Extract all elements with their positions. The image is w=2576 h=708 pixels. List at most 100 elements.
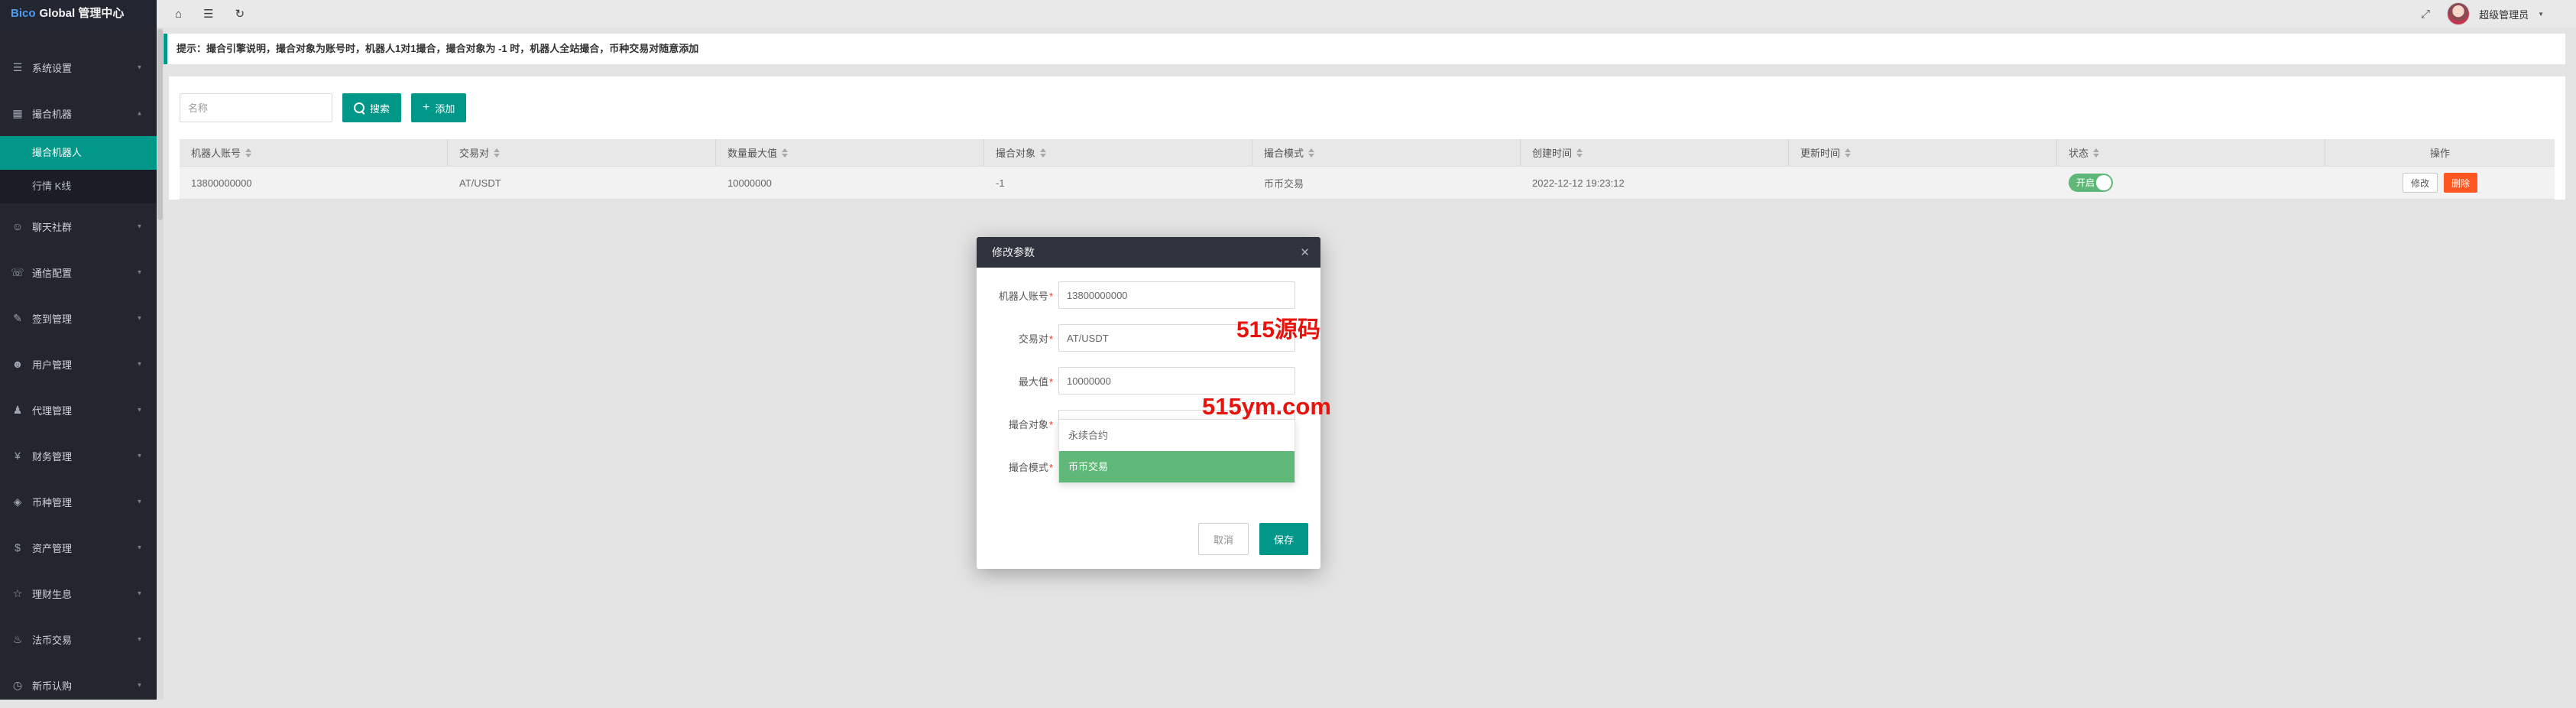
search-toolbar: 搜索 + 添加: [180, 93, 2555, 122]
clock-icon: ◷: [9, 679, 26, 692]
cell-actions: 修改 删除: [2325, 173, 2555, 193]
field-max-value: 最大值*: [992, 367, 1305, 395]
sort-icon[interactable]: [1845, 148, 1851, 158]
sidebar-item-chat-community[interactable]: ☺ 聊天社群 ▼: [0, 203, 157, 249]
sidebar-item-checkin-management[interactable]: ✎ 签到管理 ▼: [0, 295, 157, 341]
chevron-down-icon: ▼: [137, 453, 143, 460]
sidebar-item-agent-management[interactable]: ♟ 代理管理 ▼: [0, 387, 157, 433]
required-mark: *: [1049, 291, 1053, 302]
sidebar-item-system-settings[interactable]: ☰ 系统设置 ▼: [0, 44, 157, 90]
sidebar-item-coin-management[interactable]: ◈ 币种管理 ▼: [0, 479, 157, 525]
chevron-down-icon: ▼: [137, 544, 143, 551]
delete-button[interactable]: 删除: [2444, 173, 2477, 193]
chevron-down-icon: ▼: [137, 407, 143, 414]
search-button[interactable]: 搜索: [342, 93, 401, 122]
sidebar-item-new-coin-subscription[interactable]: ◷ 新币认购 ▼: [0, 662, 157, 708]
sidebar-scrollbar[interactable]: [157, 28, 164, 700]
topbar: ⌂ ☰ ↻ ⤢ 超级管理员 ▼: [157, 0, 2576, 28]
search-icon: [354, 102, 365, 113]
cancel-button[interactable]: 取消: [1198, 523, 1249, 555]
sort-icon[interactable]: [494, 148, 500, 158]
grid-icon: ▦: [9, 107, 26, 120]
cell-matching-target: -1: [984, 177, 1252, 189]
col-trading-pair: 交易对: [448, 139, 716, 166]
logo-brand: Bico: [11, 7, 36, 20]
col-robot-account: 机器人账号: [180, 139, 448, 166]
topbar-left: ⌂ ☰ ↻: [157, 8, 245, 20]
sidebar-item-user-management[interactable]: ☻ 用户管理 ▼: [0, 341, 157, 387]
sidebar-item-wealth-interest[interactable]: ☆ 理财生息 ▼: [0, 570, 157, 616]
col-matching-mode: 撮合模式: [1252, 139, 1521, 166]
sort-icon[interactable]: [1040, 148, 1046, 158]
sort-icon[interactable]: [1576, 148, 1583, 158]
yen-icon: ¥: [9, 450, 26, 462]
avatar[interactable]: [2447, 2, 2470, 25]
dropdown-option-perpetual[interactable]: 永续合约: [1059, 420, 1294, 451]
user-icon: ☻: [9, 358, 26, 370]
person-icon: ♟: [9, 404, 26, 417]
status-toggle[interactable]: 开启: [2069, 174, 2113, 192]
chevron-up-icon: ▲: [137, 110, 143, 117]
chevron-down-icon: ▼: [137, 590, 143, 597]
sidebar-item-fiat-trading[interactable]: ♨ 法币交易 ▼: [0, 616, 157, 662]
sidebar-item-matching-robot[interactable]: ▦ 撮合机器 ▲: [0, 90, 157, 136]
sidebar-subitem-matching-robot[interactable]: 撮合机器人: [0, 136, 157, 170]
modal-header: 修改参数 ✕: [977, 237, 1320, 268]
col-created-time: 创建时间: [1521, 139, 1789, 166]
dropdown-option-spot[interactable]: 币币交易: [1059, 451, 1294, 482]
modal-buttons: 取消 保存: [977, 523, 1308, 555]
sidebar-item-asset-management[interactable]: $ 资产管理 ▼: [0, 525, 157, 570]
col-status: 状态: [2057, 139, 2325, 166]
edit-params-modal: 修改参数 ✕ 机器人账号* 交易对* 最大值* 撮合对象* 撮合模式* 币币交易…: [977, 237, 1320, 569]
cell-matching-mode: 币币交易: [1252, 176, 1521, 190]
sort-icon[interactable]: [2093, 148, 2099, 158]
save-button[interactable]: 保存: [1259, 523, 1308, 555]
sidebar-nav: ☰ 系统设置 ▼ ▦ 撮合机器 ▲ 撮合机器人 行情 K线 ☺ 聊天社群 ▼ ☏…: [0, 28, 157, 708]
table-row: 13800000000 AT/USDT 10000000 -1 币币交易 202…: [180, 166, 2555, 200]
sidebar-item-finance-management[interactable]: ¥ 财务管理 ▼: [0, 433, 157, 479]
col-actions: 操作: [2325, 139, 2555, 166]
sort-icon[interactable]: [245, 148, 251, 158]
sidebar-subitem-kline[interactable]: 行情 K线: [0, 170, 157, 203]
chevron-down-icon: ▼: [137, 361, 143, 368]
dollar-icon: $: [9, 541, 26, 554]
sidebar: BicoGlobal 管理中心 ☰ 系统设置 ▼ ▦ 撮合机器 ▲ 撮合机器人 …: [0, 0, 157, 700]
robot-account-input[interactable]: [1058, 281, 1295, 309]
modal-body: 机器人账号* 交易对* 最大值* 撮合对象* 撮合模式* 币币交易 ▲ 永续合约…: [977, 268, 1320, 509]
sidebar-item-communication-config[interactable]: ☏ 通信配置 ▼: [0, 249, 157, 295]
table-header: 机器人账号 交易对 数量最大值 撮合对象 撮合模式 创建时间 更新时间 状态 操…: [180, 139, 2555, 166]
chevron-down-icon: ▼: [137, 315, 143, 322]
submenu-matching: 撮合机器人 行情 K线: [0, 136, 157, 203]
user-menu-caret-icon: ▼: [2538, 11, 2544, 18]
topbar-right: ⤢ 超级管理员 ▼: [2421, 2, 2576, 25]
sort-icon[interactable]: [1308, 148, 1314, 158]
home-icon[interactable]: ⌂: [175, 8, 182, 20]
close-icon[interactable]: ✕: [1300, 247, 1310, 258]
cell-created-time: 2022-12-12 19:23:12: [1521, 177, 1789, 189]
cell-max-quantity: 10000000: [716, 177, 984, 189]
max-value-input[interactable]: [1058, 367, 1295, 395]
col-max-quantity: 数量最大值: [716, 139, 984, 166]
fullscreen-icon[interactable]: ⤢: [2421, 8, 2430, 21]
watermark-text: 515源码: [1236, 310, 1320, 344]
required-mark: *: [1049, 462, 1053, 473]
plus-icon: +: [423, 102, 429, 114]
search-input[interactable]: [180, 93, 332, 122]
username[interactable]: 超级管理员: [2479, 7, 2529, 21]
toggle-knob: [2096, 175, 2111, 190]
scrollbar-thumb[interactable]: [157, 29, 163, 220]
required-mark: *: [1049, 419, 1053, 430]
required-mark: *: [1049, 333, 1053, 345]
phone-icon: ☏: [9, 266, 26, 279]
watermark-text: 515ym.com: [1202, 393, 1331, 421]
refresh-icon[interactable]: ↻: [235, 8, 245, 20]
sort-icon[interactable]: [782, 148, 788, 158]
collapse-sidebar-icon[interactable]: ☰: [203, 8, 213, 20]
edit-button[interactable]: 修改: [2403, 173, 2438, 193]
add-button[interactable]: + 添加: [411, 93, 466, 122]
col-updated-time: 更新时间: [1789, 139, 2057, 166]
chevron-down-icon: ▼: [137, 682, 143, 689]
chat-icon: ☺: [9, 220, 26, 232]
chevron-down-icon: ▼: [137, 223, 143, 230]
chevron-down-icon: ▼: [137, 636, 143, 643]
